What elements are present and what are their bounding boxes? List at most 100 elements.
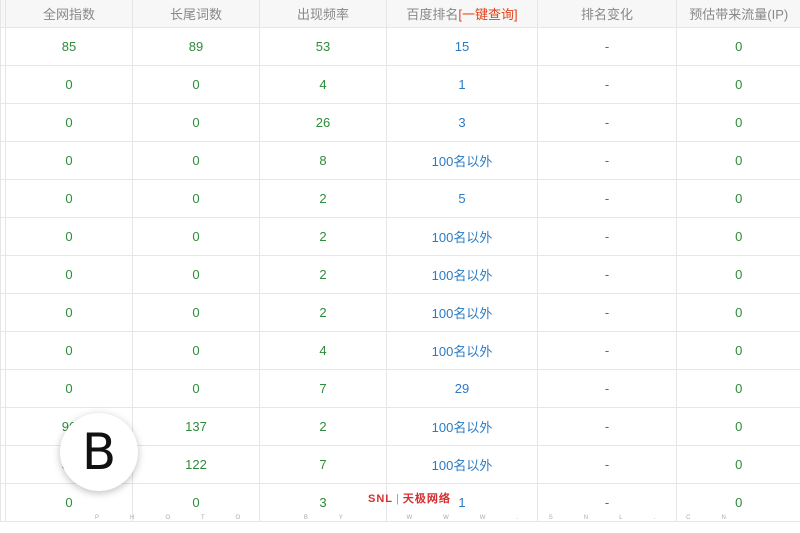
cell-frequency: 2 <box>259 293 387 332</box>
cell-baidu-rank[interactable]: 100名以外 <box>386 445 538 484</box>
cell-rank-change: - <box>537 27 677 66</box>
cell-longtail-count: 0 <box>132 293 260 332</box>
cell-rank-change: - <box>537 255 677 294</box>
cell-rank-change: - <box>537 217 677 256</box>
cell-estimated-traffic: 0 <box>676 27 800 66</box>
cell-baidu-rank[interactable]: 5 <box>386 179 538 218</box>
cell-baidu-rank[interactable]: 3 <box>386 103 538 142</box>
table-row: 0 0 2 100名以外 -0 <box>0 217 800 256</box>
cell-estimated-traffic: 0 <box>676 407 800 446</box>
cell-baidu-rank[interactable]: 100名以外 <box>386 217 538 256</box>
cell-estimated-traffic: 0 <box>676 369 800 408</box>
cell-rank-change: - <box>537 103 677 142</box>
cell-longtail-count: 137 <box>132 407 260 446</box>
cell-frequency: 2 <box>259 217 387 256</box>
cell-frequency: 53 <box>259 27 387 66</box>
cell-frequency: 8 <box>259 141 387 180</box>
cell-estimated-traffic: 0 <box>676 331 800 370</box>
watermark-logo: SNL | 天极网络 <box>368 490 451 506</box>
cell-baidu-rank[interactable]: 15 <box>386 27 538 66</box>
cell-estimated-traffic: 0 <box>676 255 800 294</box>
cell-longtail-count: 0 <box>132 255 260 294</box>
table-row: 0041-0 <box>0 65 800 104</box>
table-row: 0 0 8 100名以外 -0 <box>0 141 800 180</box>
cell-longtail-count: 0 <box>132 103 260 142</box>
table-row: 0 0 4 100名以外 -0 <box>0 331 800 370</box>
cell-rank-change: - <box>537 331 677 370</box>
cell-longtail-count: 0 <box>132 179 260 218</box>
cell-frequency: 7 <box>259 445 387 484</box>
watermark-brand-cn: 天极网络 <box>402 493 451 505</box>
header-total-index: 全网指数 <box>5 0 133 28</box>
one-click-query-link[interactable]: [一键查询] <box>458 7 517 22</box>
watermark-separator: | <box>396 493 400 505</box>
cell-rank-change: - <box>537 65 677 104</box>
table-row: 0 0 2 100名以外 -0 <box>0 293 800 332</box>
cell-frequency: 4 <box>259 65 387 104</box>
header-label: 排名变化 <box>580 7 633 22</box>
cell-frequency: 2 <box>259 407 387 446</box>
cell-total-index: 0 <box>5 293 133 332</box>
cell-total-index: 0 <box>5 179 133 218</box>
cell-baidu-rank[interactable]: 100名以外 <box>386 293 538 332</box>
watermark-brand: SNL <box>368 493 393 505</box>
cell-total-index: 0 <box>5 141 133 180</box>
cell-total-index: 0 <box>5 103 133 142</box>
letter-badge: B <box>60 413 138 491</box>
cell-longtail-count: 0 <box>132 141 260 180</box>
cell-baidu-rank[interactable]: 100名以外 <box>386 255 538 294</box>
cell-longtail-count: 122 <box>132 445 260 484</box>
cell-longtail-count: 89 <box>132 27 260 66</box>
cell-longtail-count: 0 <box>132 331 260 370</box>
cell-estimated-traffic: 0 <box>676 65 800 104</box>
cell-baidu-rank[interactable]: 29 <box>386 369 538 408</box>
cell-estimated-traffic: 0 <box>676 141 800 180</box>
cell-baidu-rank[interactable]: 1 <box>386 65 538 104</box>
cell-estimated-traffic: 0 <box>676 293 800 332</box>
cell-baidu-rank[interactable]: 100名以外 <box>386 331 538 370</box>
cell-rank-change: - <box>537 369 677 408</box>
header-label: 预估带来流量(IP) <box>689 7 789 22</box>
table-row: 0 0 26 3-0 <box>0 103 800 142</box>
header-label: 百度排名 <box>406 7 459 22</box>
cell-rank-change: - <box>537 445 677 484</box>
cell-frequency: 2 <box>259 255 387 294</box>
cell-total-index: 0 <box>5 65 133 104</box>
divider <box>0 521 800 522</box>
table-row: 85 89 53 15-0 <box>0 27 800 66</box>
cell-total-index: 0 <box>5 369 133 408</box>
cell-longtail-count: 0 <box>132 65 260 104</box>
header-label: 全网指数 <box>42 7 95 22</box>
header-rank-change: 排名变化 <box>537 0 677 28</box>
cell-frequency: 4 <box>259 331 387 370</box>
header-label: 长尾词数 <box>169 7 222 22</box>
cell-frequency: 26 <box>259 103 387 142</box>
table-row: 0025-0 <box>0 179 800 218</box>
cell-total-index: 0 <box>5 217 133 256</box>
cell-rank-change: - <box>537 293 677 332</box>
cell-baidu-rank[interactable]: 100名以外 <box>386 407 538 446</box>
cell-estimated-traffic: 0 <box>676 103 800 142</box>
cell-total-index: 85 <box>5 27 133 66</box>
header-label: 出现频率 <box>296 7 349 22</box>
cell-frequency: 2 <box>259 179 387 218</box>
cell-baidu-rank[interactable]: 100名以外 <box>386 141 538 180</box>
table-row: 0 0 7 29-0 <box>0 369 800 408</box>
header-longtail-count: 长尾词数 <box>132 0 260 28</box>
cell-estimated-traffic: 0 <box>676 179 800 218</box>
cell-total-index: 0 <box>5 255 133 294</box>
header-baidu-rank: 百度排名[一键查询] <box>386 0 538 28</box>
cell-estimated-traffic: 0 <box>676 445 800 484</box>
header-frequency: 出现频率 <box>259 0 387 28</box>
table-row: 0 0 2 100名以外 -0 <box>0 255 800 294</box>
cell-rank-change: - <box>537 407 677 446</box>
cell-rank-change: - <box>537 141 677 180</box>
header-estimated-traffic: 预估带来流量(IP) <box>676 0 800 28</box>
cell-estimated-traffic: 0 <box>676 217 800 256</box>
table-header-row: 全网指数 长尾词数 出现频率 百度排名[一键查询] 排名变化 预估带来流量(IP… <box>0 0 800 28</box>
cell-total-index: 0 <box>5 331 133 370</box>
cell-longtail-count: 0 <box>132 217 260 256</box>
cell-longtail-count: 0 <box>132 369 260 408</box>
cell-frequency: 7 <box>259 369 387 408</box>
cell-rank-change: - <box>537 179 677 218</box>
